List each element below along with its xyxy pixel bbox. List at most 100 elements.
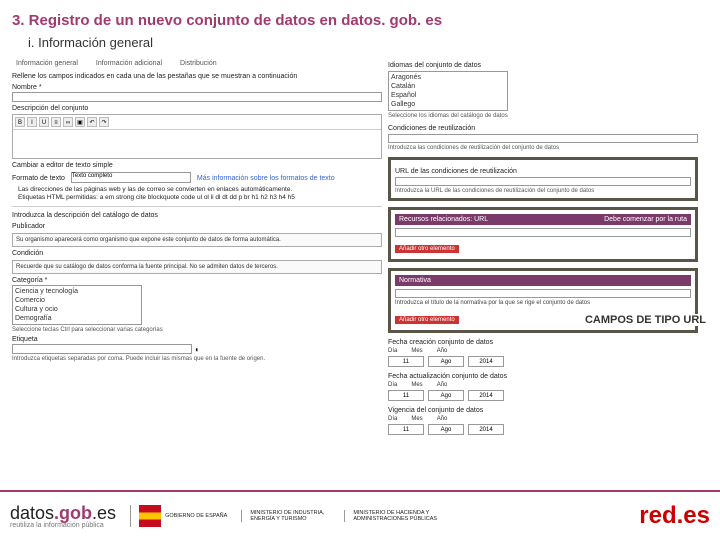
btn-anadir-normativa[interactable]: Añadir otro elemento bbox=[395, 316, 459, 324]
logo-red-word: red bbox=[639, 502, 676, 529]
hd-mes2: Mes bbox=[411, 382, 422, 388]
hd-dia3: Día bbox=[388, 416, 397, 422]
label-fecha-crea: Fecha creación conjunto de datos bbox=[388, 339, 698, 346]
form-right-column: Idiomas del conjunto de datos Aragonés C… bbox=[388, 58, 698, 435]
lang-opt-4[interactable]: Gallego bbox=[391, 100, 505, 109]
logo-min-hacienda: MINISTERIO DE HACIENDA Y ADMINISTRACIONE… bbox=[344, 510, 453, 522]
label-introdesc: Introduzca la descripción del catálogo d… bbox=[12, 212, 382, 219]
input-recursos[interactable] bbox=[395, 228, 691, 237]
box-url-cond: URL de las condiciones de reutilización … bbox=[388, 157, 698, 201]
cat-opt-4[interactable]: Demografía bbox=[15, 314, 139, 323]
logo-gob-word: .gob bbox=[54, 503, 92, 523]
note-cond-reut: Introduzca las condiciones de reutilizac… bbox=[388, 145, 698, 151]
label-switch-editor[interactable]: Cambiar a editor de texto simple bbox=[12, 162, 382, 169]
footer-bar: datos.gob.es reutiliza la información pú… bbox=[0, 490, 720, 540]
lang-opt-2[interactable]: Catalán bbox=[391, 82, 505, 91]
label-idiomas: Idiomas del conjunto de datos bbox=[388, 62, 698, 69]
input-cond-reut[interactable] bbox=[388, 134, 698, 143]
logo-min-industria: MINISTERIO DE INDUSTRIA, ENERGÍA Y TURIS… bbox=[241, 510, 330, 522]
sel-mes-act[interactable]: Ago bbox=[428, 390, 464, 401]
logo-datos-gob-es: datos.gob.es reutiliza la información pú… bbox=[10, 503, 116, 529]
bar-recursos-label: Recursos relacionados: URL bbox=[399, 216, 488, 223]
rte-link-icon[interactable]: ∞ bbox=[63, 117, 73, 127]
hd-ano: Año bbox=[437, 348, 448, 354]
slide-subtitle: i. Información general bbox=[0, 33, 720, 58]
callout-url-fields: CAMPOS DE TIPO URL bbox=[585, 314, 706, 326]
bar-normativa: Normativa bbox=[395, 275, 691, 286]
logo-gobierno: GOBIERNO DE ESPAÑA bbox=[130, 505, 227, 527]
input-nombre[interactable] bbox=[12, 92, 382, 102]
select-formato[interactable]: Texto completo bbox=[71, 172, 191, 183]
label-url-cond: URL de las condiciones de reutilización bbox=[395, 168, 691, 175]
hd-dia: Día bbox=[388, 348, 397, 354]
box-recursos: Recursos relacionados: URL Debe comenzar… bbox=[388, 207, 698, 262]
logo-es-word: .es bbox=[92, 503, 116, 523]
cat-opt-3[interactable]: Cultura y ocio bbox=[15, 305, 139, 314]
label-fecha-act: Fecha actualización conjunto de datos bbox=[388, 373, 698, 380]
label-vigencia: Vigencia del conjunto de datos bbox=[388, 407, 698, 414]
sel-dia-crea[interactable]: 11 bbox=[388, 356, 424, 367]
sel-mes-crea[interactable]: Ago bbox=[428, 356, 464, 367]
rich-text-editor[interactable]: B I U ≡ ∞ ▣ ↶ ↷ bbox=[12, 114, 382, 159]
sel-dia-act[interactable]: 11 bbox=[388, 390, 424, 401]
rte-body[interactable] bbox=[13, 130, 381, 158]
rte-undo-icon[interactable]: ↶ bbox=[87, 117, 97, 127]
label-condicion: Condición bbox=[12, 250, 382, 257]
rte-italic-icon[interactable]: I bbox=[27, 117, 37, 127]
tab-adicional[interactable]: Información adicional bbox=[92, 58, 166, 69]
logo-red-es: red.es bbox=[639, 502, 710, 530]
note-etiqueta: Introduzca etiquetas separadas por coma.… bbox=[12, 356, 382, 362]
listbox-categoria[interactable]: Ciencia y tecnología Comercio Cultura y … bbox=[12, 285, 142, 325]
logo-red-es-word: .es bbox=[677, 502, 710, 529]
rte-underline-icon[interactable]: U bbox=[39, 117, 49, 127]
sel-dia-vig[interactable]: 11 bbox=[388, 424, 424, 435]
etiqueta-loader-icon: ◐ bbox=[195, 345, 200, 354]
bar-normativa-label: Normativa bbox=[399, 277, 431, 284]
sel-ano-crea[interactable]: 2014 bbox=[468, 356, 504, 367]
cat-opt-2[interactable]: Comercio bbox=[15, 296, 139, 305]
bullet-2: Etiquetas HTML permitidas: a em strong c… bbox=[18, 194, 382, 201]
rte-bold-icon[interactable]: B bbox=[15, 117, 25, 127]
bar-recursos-tip: Debe comenzar por la ruta bbox=[604, 216, 687, 223]
note-normativa: Introduzca el título de la normativa por… bbox=[395, 300, 691, 306]
input-normativa[interactable] bbox=[395, 289, 691, 298]
sel-ano-vig[interactable]: 2014 bbox=[468, 424, 504, 435]
listbox-idiomas[interactable]: Aragonés Catalán Español Gallego bbox=[388, 71, 508, 111]
note-categoria: Seleccione teclas Ctrl para seleccionar … bbox=[12, 327, 382, 333]
lang-opt-1[interactable]: Aragonés bbox=[391, 73, 505, 82]
note-condicion: Recuerde que su catálogo de datos confor… bbox=[12, 260, 382, 274]
hd-mes: Mes bbox=[411, 348, 422, 354]
bar-recursos: Recursos relacionados: URL Debe comenzar… bbox=[395, 214, 691, 225]
input-etiqueta[interactable] bbox=[12, 344, 192, 354]
sel-ano-act[interactable]: 2014 bbox=[468, 390, 504, 401]
label-nombre: Nombre * bbox=[12, 84, 382, 91]
tab-general[interactable]: Información general bbox=[12, 58, 82, 69]
gov-es-text: GOBIERNO DE ESPAÑA bbox=[165, 513, 227, 519]
label-formato: Formato de texto bbox=[12, 175, 65, 182]
form-left-column: Información general Información adiciona… bbox=[12, 58, 382, 435]
spain-flag-icon bbox=[139, 505, 161, 527]
label-etiqueta: Etiqueta bbox=[12, 336, 382, 343]
cat-opt-1[interactable]: Ciencia y tecnología bbox=[15, 287, 139, 296]
rte-toolbar: B I U ≡ ∞ ▣ ↶ ↷ bbox=[13, 115, 381, 130]
rte-list-icon[interactable]: ≡ bbox=[51, 117, 61, 127]
format-help: Las direcciones de las páginas web y las… bbox=[12, 186, 382, 201]
rte-image-icon[interactable]: ▣ bbox=[75, 117, 85, 127]
slide-title: 3. Registro de un nuevo conjunto de dato… bbox=[0, 0, 720, 33]
hd-mes3: Mes bbox=[411, 416, 422, 422]
label-cond-reut: Condiciones de reutilización bbox=[388, 125, 698, 132]
note-url-cond: Introduzca la URL de las condiciones de … bbox=[395, 188, 691, 194]
link-more-formats[interactable]: Más información sobre los formatos de te… bbox=[197, 175, 335, 182]
tabs: Información general Información adiciona… bbox=[12, 58, 382, 69]
min1-text: MINISTERIO DE INDUSTRIA, ENERGÍA Y TURIS… bbox=[250, 510, 330, 522]
btn-anadir-recurso[interactable]: Añadir otro elemento bbox=[395, 245, 459, 253]
rte-redo-icon[interactable]: ↷ bbox=[99, 117, 109, 127]
tab-distribucion[interactable]: Distribución bbox=[176, 58, 221, 69]
hd-ano3: Año bbox=[437, 416, 448, 422]
label-publicador: Publicador bbox=[12, 223, 382, 230]
lang-opt-3[interactable]: Español bbox=[391, 91, 505, 100]
sel-mes-vig[interactable]: Ago bbox=[428, 424, 464, 435]
input-url-cond[interactable] bbox=[395, 177, 691, 186]
note-idiomas: Seleccione los idiomas del catálogo de d… bbox=[388, 113, 698, 119]
logo-datos-word: datos bbox=[10, 503, 54, 523]
